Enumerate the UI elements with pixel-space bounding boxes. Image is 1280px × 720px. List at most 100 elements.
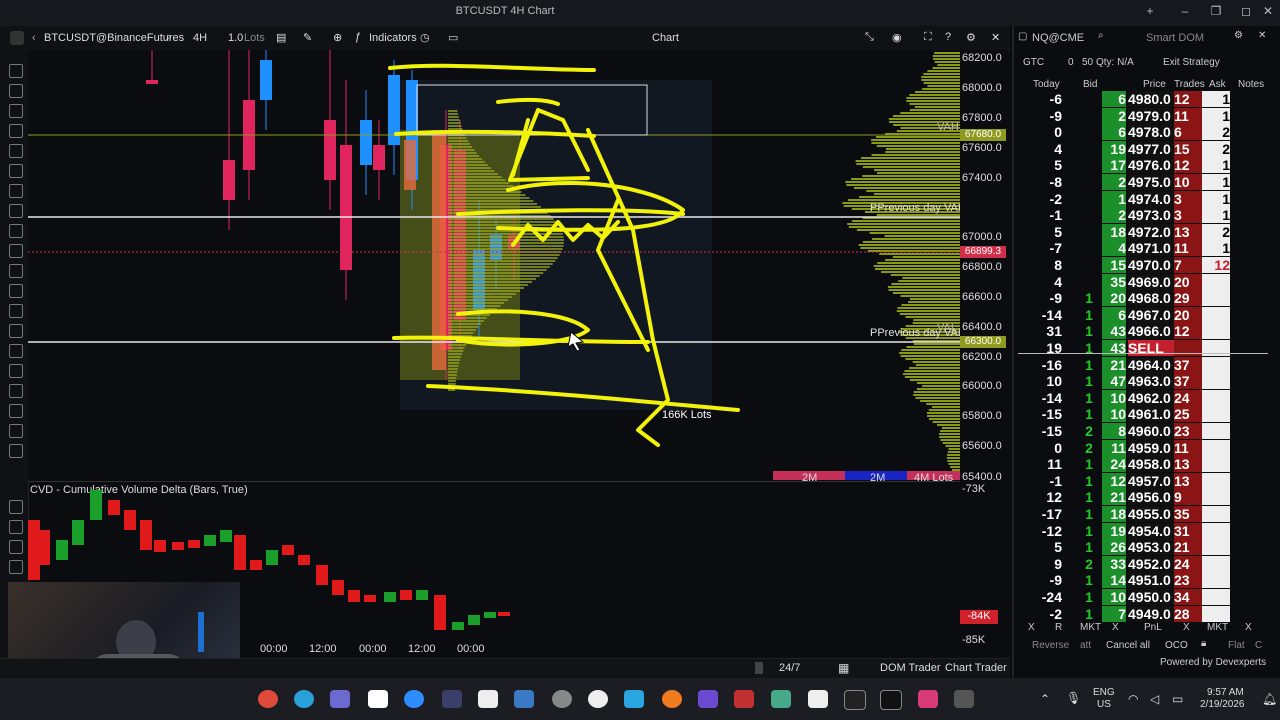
dom-cell-bid[interactable]: 6: [1102, 91, 1126, 107]
dom-cell-price[interactable]: 4975.0: [1128, 174, 1174, 190]
dom-cell-trades[interactable]: 6: [1174, 124, 1202, 141]
help-icon[interactable]: ?: [945, 31, 951, 43]
dom-cell-bid[interactable]: 1: [1076, 473, 1102, 489]
dom-row[interactable]: 4 19 4977.0 15 2: [1018, 140, 1268, 157]
grid-app-icon[interactable]: [954, 690, 974, 708]
dom-cell-price[interactable]: 4980.0: [1128, 91, 1174, 107]
telegram-icon[interactable]: [294, 690, 314, 708]
notepad-icon[interactable]: [808, 690, 828, 708]
dom-cell-trades[interactable]: 11: [1174, 439, 1202, 456]
dom-cell-bid[interactable]: 1: [1076, 589, 1102, 605]
close-chart-icon[interactable]: ✕: [991, 31, 1000, 44]
line-tool-icon[interactable]: [9, 84, 23, 98]
minimize-icon[interactable]: –: [1175, 4, 1195, 18]
dom-cell-bid2[interactable]: 19: [1102, 522, 1126, 539]
file-icon[interactable]: [478, 690, 498, 708]
arrow-tool-icon[interactable]: [9, 144, 23, 158]
dom-cell-price[interactable]: 4952.0: [1128, 555, 1174, 572]
dom-cell-trades[interactable]: 13: [1174, 472, 1202, 489]
dom-cell-ask[interactable]: [1202, 456, 1230, 473]
dom-cell-today[interactable]: -9: [1032, 108, 1062, 124]
dom-cell-today[interactable]: -2: [1032, 191, 1062, 207]
dom-cell-ask[interactable]: 1: [1202, 157, 1230, 174]
dom-cell-bid2[interactable]: 14: [1102, 572, 1126, 589]
dom-cell-bid[interactable]: 1: [1076, 290, 1102, 306]
dom-cell-price[interactable]: 4949.0: [1128, 605, 1174, 622]
dom-cell-trades[interactable]: 35: [1174, 506, 1202, 522]
dom-cell-trades[interactable]: 11: [1174, 107, 1202, 124]
dom-row[interactable]: -9 1 20 4968.0 29: [1018, 290, 1268, 307]
dom-cell-price[interactable]: 4974.0: [1128, 190, 1174, 207]
firefox-icon[interactable]: [662, 690, 682, 708]
dom-cell-bid2[interactable]: 21: [1102, 489, 1126, 506]
dom-cell-trades[interactable]: 20: [1174, 306, 1202, 323]
dom-cell-ask[interactable]: [1202, 356, 1230, 373]
pattern-tool-icon[interactable]: [9, 364, 23, 378]
dom-footer-button[interactable]: R: [1055, 622, 1062, 633]
dom-row[interactable]: 4 35 4969.0 20: [1018, 273, 1268, 290]
dom-row[interactable]: -8 2 4975.0 10 1: [1018, 174, 1268, 190]
rect-tool-icon[interactable]: [9, 304, 23, 318]
discord-icon[interactable]: [442, 690, 462, 708]
dom-cell-today[interactable]: -1: [1032, 207, 1062, 223]
flag-tool-icon[interactable]: [9, 384, 23, 398]
dom-cell-bid[interactable]: 1: [1076, 307, 1102, 323]
dom-cell-trades[interactable]: 13: [1174, 456, 1202, 473]
dom-cell-ask[interactable]: [1202, 555, 1230, 572]
dom-cell-ask[interactable]: [1202, 439, 1230, 456]
dom-cell-bid2[interactable]: 33: [1102, 555, 1126, 572]
clock-date[interactable]: 2/19/2026: [1200, 699, 1245, 710]
dom-cell-ask[interactable]: 2: [1202, 124, 1230, 141]
dom-search-icon[interactable]: ⌕: [1098, 30, 1104, 41]
camera-icon[interactable]: ◉: [892, 31, 902, 44]
hline-tool-icon[interactable]: [9, 124, 23, 138]
dom-cell-today[interactable]: 11: [1032, 456, 1062, 472]
dom-row[interactable]: 0 2 11 4959.0 11: [1018, 439, 1268, 456]
dom-footer-button[interactable]: MKT: [1080, 622, 1101, 633]
restore-icon[interactable]: ❐: [1206, 4, 1226, 18]
dom-row[interactable]: -9 2 4979.0 11 1: [1018, 107, 1268, 124]
dom-row[interactable]: -9 1 14 4951.0 23: [1018, 572, 1268, 589]
dom-row[interactable]: -2 1 7 4949.0 28: [1018, 605, 1268, 622]
dom-trader-button[interactable]: DOM Trader: [880, 662, 941, 674]
dom-cell-price[interactable]: 4961.0: [1128, 406, 1174, 423]
text-tool-icon[interactable]: [9, 500, 23, 514]
dom-cell-bid[interactable]: 19: [1102, 140, 1126, 157]
dom-cell-bid[interactable]: 2: [1102, 207, 1126, 224]
dom-cell-bid[interactable]: 1: [1076, 323, 1102, 339]
dom-cell-bid[interactable]: 1: [1076, 456, 1102, 472]
dom-cell-bid[interactable]: 1: [1076, 506, 1102, 522]
draw-icon[interactable]: ✎: [303, 31, 312, 44]
pane-divider[interactable]: [28, 481, 960, 482]
dom-cell-today[interactable]: 4: [1032, 274, 1062, 290]
tag-tool-icon[interactable]: [9, 520, 23, 534]
dom-cell-trades[interactable]: 7: [1174, 257, 1202, 273]
language-indicator[interactable]: ENG: [1093, 687, 1115, 698]
dom-cell-bid[interactable]: 1: [1076, 606, 1102, 622]
fullscreen-icon[interactable]: ⛶: [924, 31, 932, 44]
dom-row[interactable]: -6 6 4980.0 12 1: [1018, 91, 1268, 107]
dom-cell-bid2[interactable]: 10: [1102, 589, 1126, 605]
dom-cell-bid[interactable]: 1: [1076, 523, 1102, 539]
dom-cell-trades[interactable]: 23: [1174, 423, 1202, 439]
dom-cell-trades[interactable]: 9: [1174, 489, 1202, 506]
lot-size-input[interactable]: 1.0: [228, 32, 243, 44]
capcut-icon[interactable]: [368, 690, 388, 708]
dom-cell-trades[interactable]: 12: [1174, 91, 1202, 107]
dom-cell-bid2[interactable]: 43: [1102, 323, 1126, 340]
settings-icon[interactable]: ⚙: [966, 31, 976, 44]
dom-cell-price[interactable]: 4958.0: [1128, 456, 1174, 473]
symbol-selector[interactable]: BTCUSDT@BinanceFutures: [44, 32, 184, 44]
dom-cell-today[interactable]: -15: [1032, 406, 1062, 422]
trading-app-icon[interactable]: [624, 690, 644, 708]
dom-cell-bid[interactable]: 1: [1076, 373, 1102, 389]
dom-cell-bid[interactable]: 17: [1102, 157, 1126, 174]
dom-cell-bid[interactable]: 18: [1102, 223, 1126, 240]
microphone-icon[interactable]: 🎙︎: [1066, 691, 1081, 705]
dom-cell-ask[interactable]: 1: [1202, 190, 1230, 207]
dom-cell-ask[interactable]: [1202, 589, 1230, 605]
dom-cell-today[interactable]: 4: [1032, 141, 1062, 157]
dom-cell-price[interactable]: 4966.0: [1128, 323, 1174, 340]
dom-cell-bid2[interactable]: 10: [1102, 389, 1126, 406]
dom-cell-bid[interactable]: 2: [1076, 423, 1102, 439]
